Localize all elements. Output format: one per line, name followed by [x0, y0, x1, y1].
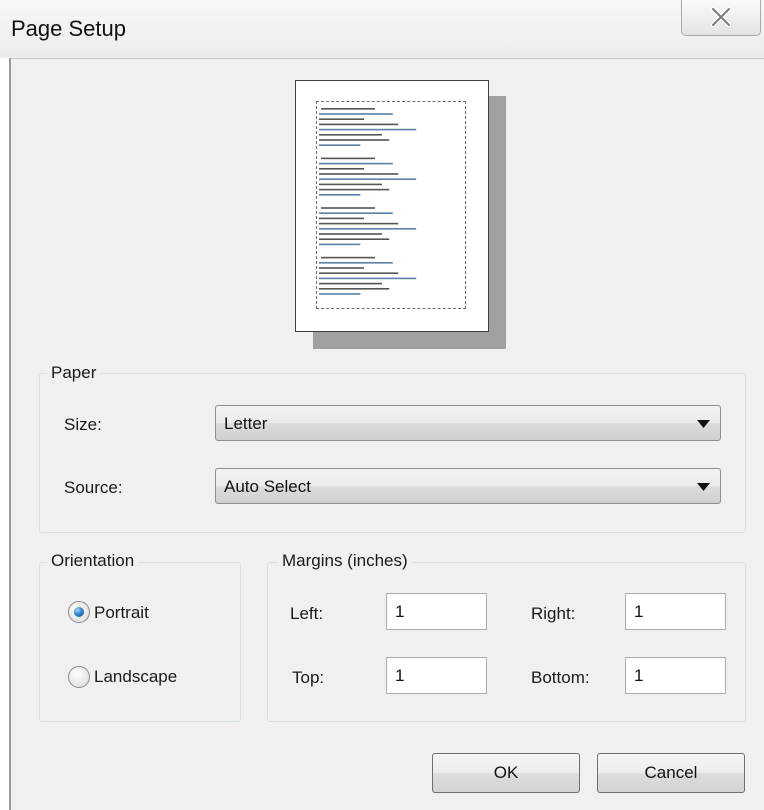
source-label: Source:	[64, 478, 123, 497]
preview-line	[321, 207, 375, 209]
preview-line	[319, 222, 399, 225]
ok-button[interactable]: OK	[432, 753, 580, 793]
paper-source-select[interactable]: Auto Select	[215, 468, 721, 504]
preview-line	[319, 288, 390, 290]
close-button[interactable]	[681, 0, 761, 36]
orientation-group-title: Orientation	[47, 551, 139, 571]
preview-line	[319, 293, 361, 295]
preview-line	[319, 194, 361, 196]
preview-line	[319, 228, 417, 230]
close-icon	[711, 7, 731, 27]
preview-line	[319, 238, 390, 240]
preview-text-lines	[319, 108, 417, 295]
margins-group-title: Margins (inches)	[278, 551, 412, 571]
top-margin-label: Top:	[292, 668, 325, 687]
window-title: Page Setup	[11, 16, 126, 41]
preview-line	[319, 178, 417, 180]
chevron-down-icon	[697, 483, 710, 491]
radio-selected-dot	[74, 607, 84, 617]
paper-group	[39, 373, 746, 533]
preview-line	[319, 267, 364, 269]
preview-line	[319, 282, 382, 285]
preview-line	[319, 162, 393, 165]
preview-line	[319, 233, 382, 235]
page-preview	[295, 80, 489, 332]
cancel-button[interactable]: Cancel	[597, 753, 745, 793]
preview-line	[321, 108, 375, 110]
preview-line	[319, 188, 390, 191]
preview-line	[321, 256, 375, 259]
right-margin-input[interactable]	[625, 593, 726, 630]
preview-line	[319, 212, 393, 214]
preview-line	[319, 139, 390, 141]
paper-source-value: Auto Select	[224, 477, 311, 496]
chevron-down-icon	[697, 420, 710, 428]
preview-line	[319, 123, 399, 126]
preview-line	[319, 113, 393, 115]
left-margin-input[interactable]	[386, 593, 487, 630]
landscape-radio[interactable]	[68, 666, 90, 688]
preview-line	[319, 173, 399, 175]
preview-line	[319, 272, 399, 274]
portrait-radio[interactable]	[68, 601, 90, 623]
preview-line	[319, 144, 361, 146]
preview-line	[321, 157, 375, 160]
portrait-label[interactable]: Portrait	[94, 603, 149, 623]
margins-group	[267, 562, 746, 722]
preview-margin-outline	[316, 101, 466, 309]
preview-line	[319, 134, 382, 136]
paper-group-title: Paper	[47, 363, 101, 383]
title-bar: Page Setup	[0, 0, 764, 58]
preview-line	[319, 217, 364, 220]
left-margin-label: Left:	[290, 604, 324, 623]
preview-line	[319, 118, 364, 120]
preview-line	[319, 168, 364, 170]
right-margin-label: Right:	[531, 604, 576, 623]
orientation-group	[39, 562, 241, 722]
preview-line	[319, 243, 361, 246]
preview-line	[319, 128, 417, 131]
preview-line	[319, 183, 382, 186]
paper-size-select[interactable]: Letter	[215, 405, 721, 441]
paper-size-value: Letter	[224, 414, 268, 433]
preview-line	[319, 262, 393, 264]
bottom-margin-label: Bottom:	[531, 668, 590, 687]
bottom-margin-input[interactable]	[625, 657, 726, 694]
size-label: Size:	[64, 415, 102, 434]
landscape-label[interactable]: Landscape	[94, 667, 177, 687]
top-margin-input[interactable]	[386, 657, 487, 694]
preview-line	[319, 277, 417, 280]
